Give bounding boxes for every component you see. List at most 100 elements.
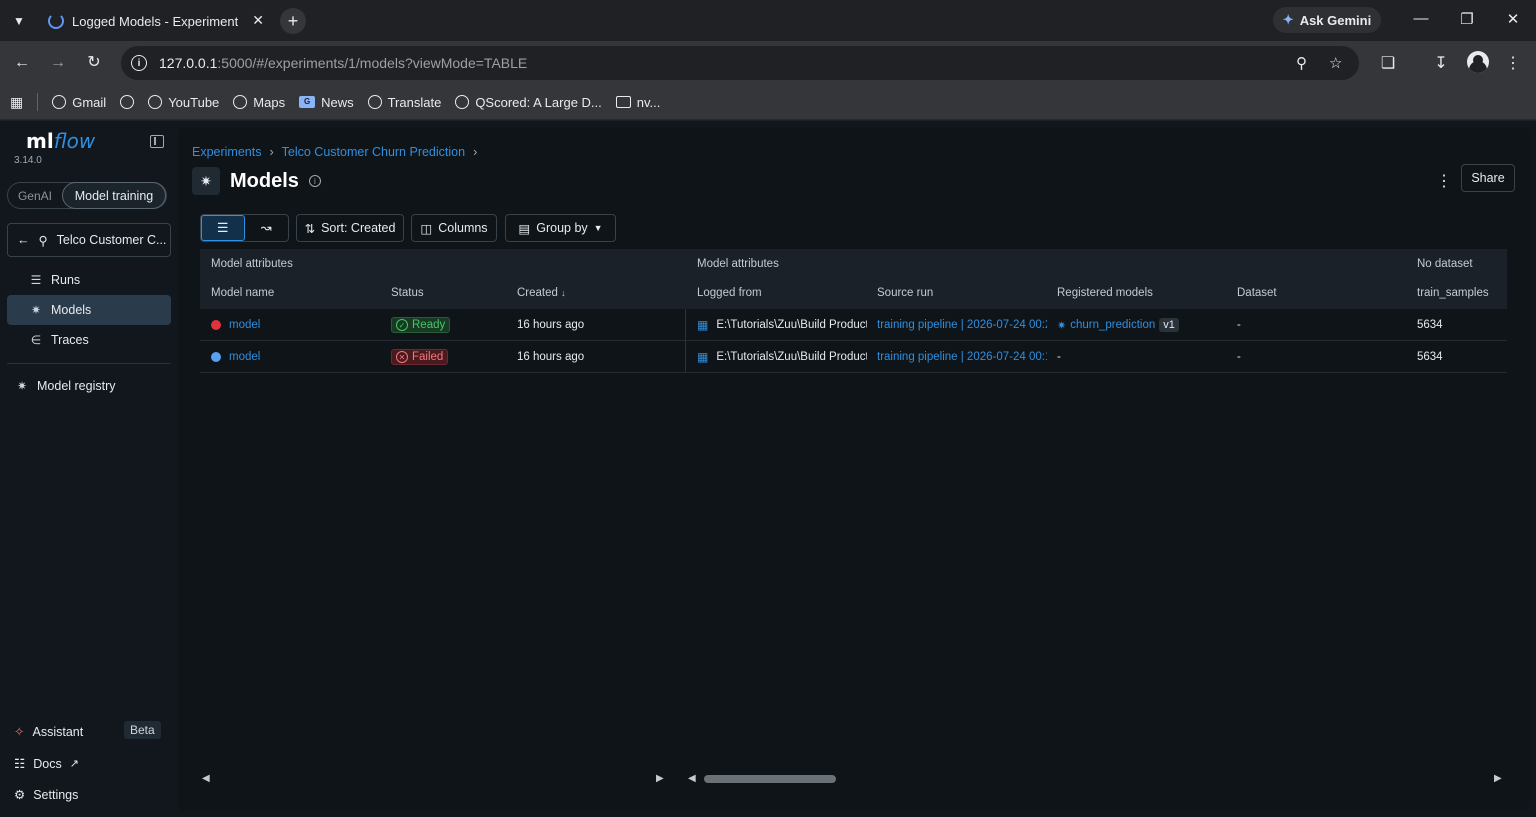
- models-table: Model attributes Model attributes No dat…: [200, 249, 1507, 373]
- column-header-logged-from[interactable]: Logged from: [697, 287, 762, 299]
- download-icon[interactable]: ↧: [1430, 53, 1452, 73]
- registered-model-cell[interactable]: ✷ churn_prediction v1: [1057, 309, 1227, 341]
- x-circle-icon: ✕: [396, 351, 408, 363]
- table-row[interactable]: model ✕ Failed 16 hours ago ▦ E:\Tutorial…: [200, 341, 1507, 373]
- bookmark-qscored[interactable]: QScored: A Large D...: [455, 94, 602, 110]
- mode-genai-tab[interactable]: GenAI: [8, 189, 62, 203]
- window-close-icon[interactable]: ✕: [1503, 10, 1523, 28]
- scroll-left-icon[interactable]: ◀: [202, 773, 210, 784]
- dataset-cell: -: [1237, 351, 1241, 363]
- zoom-icon[interactable]: ⚲: [1296, 54, 1307, 72]
- bookmark-gmail[interactable]: Gmail: [52, 95, 106, 110]
- mlflow-logo[interactable]: mlflow: [26, 129, 95, 153]
- info-icon[interactable]: i: [308, 175, 321, 187]
- ask-gemini-label: Ask Gemini: [1299, 12, 1372, 28]
- globe-icon: [367, 95, 382, 109]
- globe-icon: [52, 95, 67, 109]
- gemini-icon: ✦: [1282, 12, 1294, 27]
- breadcrumb-experiment[interactable]: Telco Customer Churn Prediction: [282, 145, 465, 159]
- extensions-icon[interactable]: ❏: [1377, 53, 1399, 73]
- registered-model-link[interactable]: churn_prediction: [1070, 319, 1155, 331]
- address-bar[interactable]: i 127.0.0.1:5000/#/experiments/1/models?…: [121, 46, 1359, 80]
- horizontal-scrollbar-left[interactable]: ◀ ▶: [200, 772, 670, 786]
- settings-label: Settings: [33, 787, 79, 802]
- group-header: Model attributes: [697, 258, 779, 270]
- bookmark-news[interactable]: G News: [299, 95, 354, 110]
- more-options-icon[interactable]: ⋮: [1436, 171, 1452, 191]
- scrollbar-thumb[interactable]: [704, 775, 836, 783]
- columns-label: Columns: [438, 221, 488, 235]
- site-info-icon[interactable]: i: [131, 55, 147, 71]
- group-by-button[interactable]: ▤ Group by ▼: [505, 214, 616, 242]
- model-link[interactable]: model: [229, 319, 260, 331]
- breadcrumb-experiments[interactable]: Experiments: [192, 145, 261, 159]
- back-icon[interactable]: ←: [12, 53, 32, 73]
- browser-menu-icon[interactable]: ⋮: [1502, 53, 1524, 73]
- horizontal-scrollbar-right[interactable]: ◀ ▶: [688, 772, 1508, 786]
- check-circle-icon: ✓: [396, 319, 408, 331]
- sidebar-item-models[interactable]: ✷ Models: [7, 295, 171, 325]
- bookmark-folder[interactable]: nv...: [615, 95, 660, 110]
- bookmark-youtube[interactable]: YouTube: [148, 95, 219, 110]
- docs-link[interactable]: ☷ Docs ↗: [14, 756, 79, 772]
- tab-close-icon[interactable]: ✕: [252, 12, 264, 29]
- browser-tab[interactable]: Logged Models - Experiment 1 ✕: [40, 4, 272, 38]
- table-header: Model attributes Model attributes No dat…: [200, 249, 1507, 309]
- beta-badge: Beta: [124, 721, 161, 739]
- mode-switch: GenAI Model training: [7, 182, 167, 209]
- created-cell: 16 hours ago: [517, 319, 585, 331]
- sparkle-icon: ✧: [14, 725, 25, 739]
- sidebar-item-model-registry[interactable]: ✷ Model registry: [7, 371, 171, 401]
- model-link[interactable]: model: [229, 351, 260, 363]
- column-header-source-run[interactable]: Source run: [877, 287, 933, 299]
- tab-list-chevron-icon[interactable]: ▼: [8, 10, 30, 32]
- column-header-train-samples[interactable]: train_samples: [1417, 287, 1489, 299]
- forward-icon[interactable]: →: [48, 53, 68, 73]
- logged-from-cell[interactable]: ▦ E:\Tutorials\Zuu\Build Producti: [697, 309, 867, 341]
- status-badge: ✓ Ready: [391, 317, 451, 333]
- minimize-icon[interactable]: —: [1411, 10, 1431, 27]
- column-header-status[interactable]: Status: [391, 287, 424, 299]
- logged-from-cell[interactable]: ▦ E:\Tutorials\Zuu\Build Producti: [697, 341, 867, 373]
- reload-icon[interactable]: ↻: [84, 53, 104, 73]
- scroll-left-icon[interactable]: ◀: [688, 773, 696, 784]
- chart-view-button[interactable]: ↝: [245, 215, 288, 241]
- assistant-button[interactable]: ✧ Assistant: [14, 724, 83, 740]
- source-run-cell[interactable]: training pipeline | 2026-07-24 00:22: [877, 309, 1047, 341]
- apps-grid-icon[interactable]: ▦: [10, 94, 23, 111]
- sort-button[interactable]: ⇅ Sort: Created: [296, 214, 404, 242]
- settings-link[interactable]: ⚙ Settings: [14, 787, 79, 803]
- ask-gemini-button[interactable]: ✦ Ask Gemini: [1273, 7, 1381, 33]
- loading-icon: [48, 13, 64, 29]
- source-run-cell[interactable]: training pipeline | 2026-07-24 00:12: [877, 341, 1047, 373]
- bookmark-star-icon[interactable]: ☆: [1329, 54, 1342, 72]
- table-view-button[interactable]: ☰: [201, 215, 245, 241]
- chart-icon: ↝: [260, 220, 272, 235]
- share-button[interactable]: Share: [1461, 164, 1515, 192]
- scroll-right-icon[interactable]: ▶: [1494, 773, 1502, 784]
- scroll-right-icon[interactable]: ▶: [656, 773, 664, 784]
- flask-icon: ⚲: [38, 233, 48, 248]
- sidebar-item-traces[interactable]: ∈ Traces: [7, 325, 171, 355]
- bookmark-globe[interactable]: [120, 95, 135, 109]
- profile-avatar[interactable]: [1467, 51, 1489, 73]
- table-row[interactable]: model ✓ Ready 16 hours ago ▦ E:\Tutorials…: [200, 309, 1507, 341]
- group-icon: ▤: [518, 221, 531, 236]
- restore-icon[interactable]: ❐: [1457, 10, 1477, 28]
- column-header-model-name[interactable]: Model name: [211, 287, 274, 299]
- column-header-registered-models[interactable]: Registered models: [1057, 287, 1153, 299]
- created-cell: 16 hours ago: [517, 351, 585, 363]
- sidebar-item-runs[interactable]: ☰ Runs: [7, 265, 171, 295]
- bookmark-translate[interactable]: Translate: [367, 95, 441, 110]
- sidebar-item-label: Runs: [51, 273, 81, 287]
- bookmark-label: QScored: A Large D...: [475, 94, 602, 110]
- column-header-created[interactable]: Created ↓: [517, 287, 566, 299]
- columns-button[interactable]: ◫ Columns: [411, 214, 497, 242]
- mode-training-tab[interactable]: Model training: [61, 182, 166, 209]
- collapse-sidebar-icon[interactable]: [150, 135, 164, 148]
- bookmark-maps[interactable]: Maps: [233, 95, 285, 110]
- new-tab-button[interactable]: +: [280, 8, 306, 34]
- sidebar-item-label: Traces: [51, 333, 89, 347]
- experiment-back-button[interactable]: ← ⚲ Telco Customer C...: [7, 223, 171, 257]
- column-header-dataset[interactable]: Dataset: [1237, 287, 1277, 299]
